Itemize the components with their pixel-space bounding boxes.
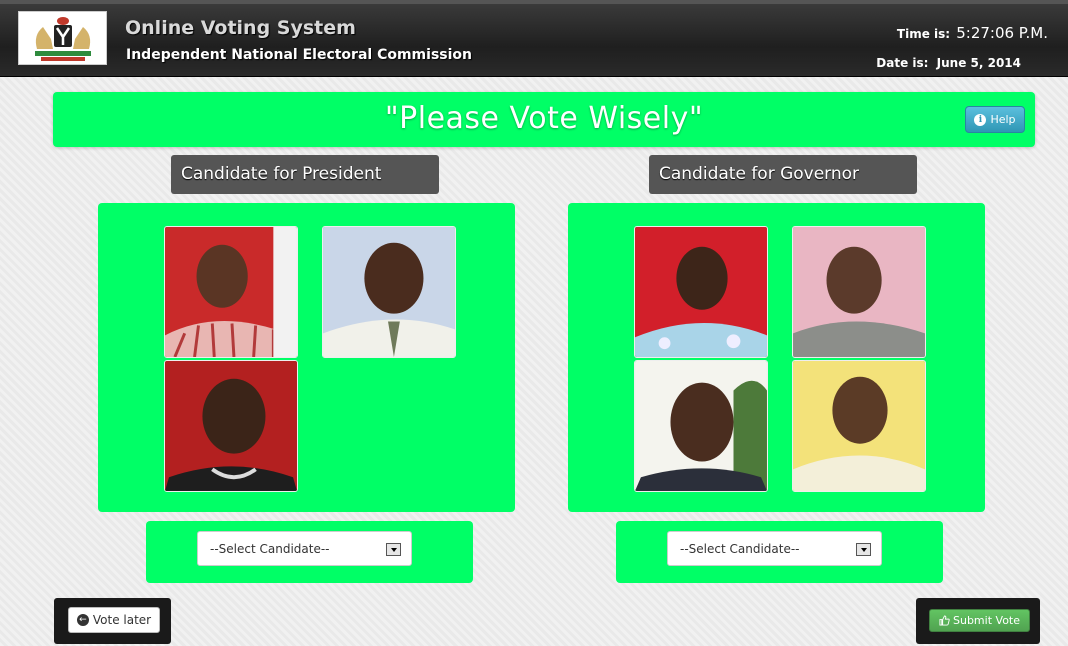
governor-section-label: Candidate for Governor xyxy=(649,155,917,194)
governor-candidate-photo-3[interactable] xyxy=(634,360,768,492)
president-candidate-select[interactable]: --Select Candidate-- xyxy=(197,531,412,566)
chevron-down-icon[interactable] xyxy=(386,543,401,556)
vote-later-label: Vote later xyxy=(92,613,152,627)
governor-candidate-select[interactable]: --Select Candidate-- xyxy=(667,531,882,566)
president-candidate-photo-3[interactable] xyxy=(164,360,298,492)
app-title: Online Voting System xyxy=(125,17,356,39)
info-icon: i xyxy=(974,113,987,126)
time-label: Time is: xyxy=(896,27,951,41)
help-button[interactable]: i Help xyxy=(965,106,1025,133)
submit-vote-label: Submit Vote xyxy=(953,614,1020,627)
time-value: 5:27:06 P.M. xyxy=(956,24,1048,42)
time-display: Time is: 5:27:06 P.M. xyxy=(897,24,1048,42)
date-label: Date is: xyxy=(876,56,929,70)
president-candidate-photo-2[interactable] xyxy=(322,226,456,358)
candidate-photo-icon xyxy=(165,227,297,357)
president-candidates-panel xyxy=(98,203,515,512)
governor-select-value: --Select Candidate-- xyxy=(680,542,800,556)
coat-of-arms-logo xyxy=(18,11,107,65)
banner-text: "Please Vote Wisely" xyxy=(384,101,704,136)
candidate-photo-icon xyxy=(793,361,925,491)
candidate-photo-icon xyxy=(793,227,925,357)
date-value: June 5, 2014 xyxy=(936,56,1021,70)
candidate-photo-icon xyxy=(635,227,767,357)
app-subtitle: Independent National Electoral Commissio… xyxy=(126,47,472,63)
candidate-photo-icon xyxy=(165,361,297,491)
governor-candidate-photo-2[interactable] xyxy=(792,226,926,358)
submit-vote-container: Submit Vote xyxy=(916,598,1040,644)
thumbs-up-icon xyxy=(939,615,950,626)
date-display: Date is: June 5, 2014 xyxy=(876,56,1021,70)
help-label: Help xyxy=(990,113,1016,126)
candidate-photo-icon xyxy=(323,227,455,357)
president-section-label: Candidate for President xyxy=(171,155,439,194)
vote-later-button[interactable]: ← Vote later xyxy=(68,607,160,633)
vote-later-container: ← Vote later xyxy=(54,598,171,644)
candidate-photo-icon xyxy=(635,361,767,491)
governor-candidate-photo-1[interactable] xyxy=(634,226,768,358)
app-header: Online Voting System Independent Nationa… xyxy=(0,0,1068,77)
governor-select-panel: --Select Candidate-- xyxy=(616,521,943,583)
president-candidate-photo-1[interactable] xyxy=(164,226,298,358)
governor-candidate-photo-4[interactable] xyxy=(792,360,926,492)
governor-candidates-panel xyxy=(568,203,985,512)
arrow-left-circle-icon: ← xyxy=(76,614,89,626)
vote-banner: "Please Vote Wisely" i Help xyxy=(53,92,1035,147)
submit-vote-button[interactable]: Submit Vote xyxy=(929,609,1030,632)
president-select-panel: --Select Candidate-- xyxy=(146,521,473,583)
president-select-value: --Select Candidate-- xyxy=(210,542,330,556)
chevron-down-icon[interactable] xyxy=(856,543,871,556)
